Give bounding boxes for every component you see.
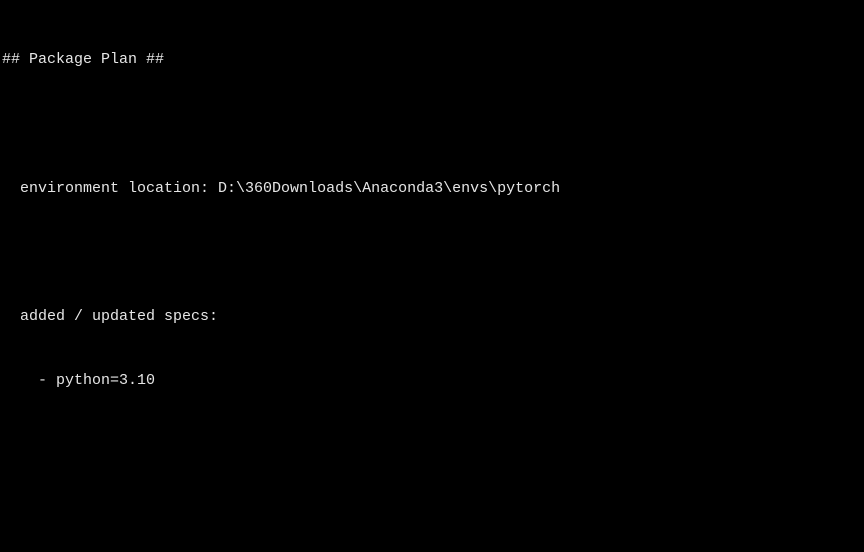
env-label: environment location: bbox=[20, 180, 209, 197]
package-plan-header: ## Package Plan ## bbox=[2, 49, 862, 70]
blank-line bbox=[2, 242, 862, 263]
blank-line bbox=[2, 499, 862, 520]
env-line: environment location: D:\360Downloads\An… bbox=[2, 178, 862, 199]
blank-line bbox=[2, 113, 862, 134]
spec-item: - python=3.10 bbox=[2, 370, 862, 391]
specs-label: added / updated specs: bbox=[2, 306, 862, 327]
terminal-output: ## Package Plan ## environment location:… bbox=[0, 0, 864, 552]
env-location: D:\360Downloads\Anaconda3\envs\pytorch bbox=[218, 180, 560, 197]
blank-line bbox=[2, 435, 862, 456]
